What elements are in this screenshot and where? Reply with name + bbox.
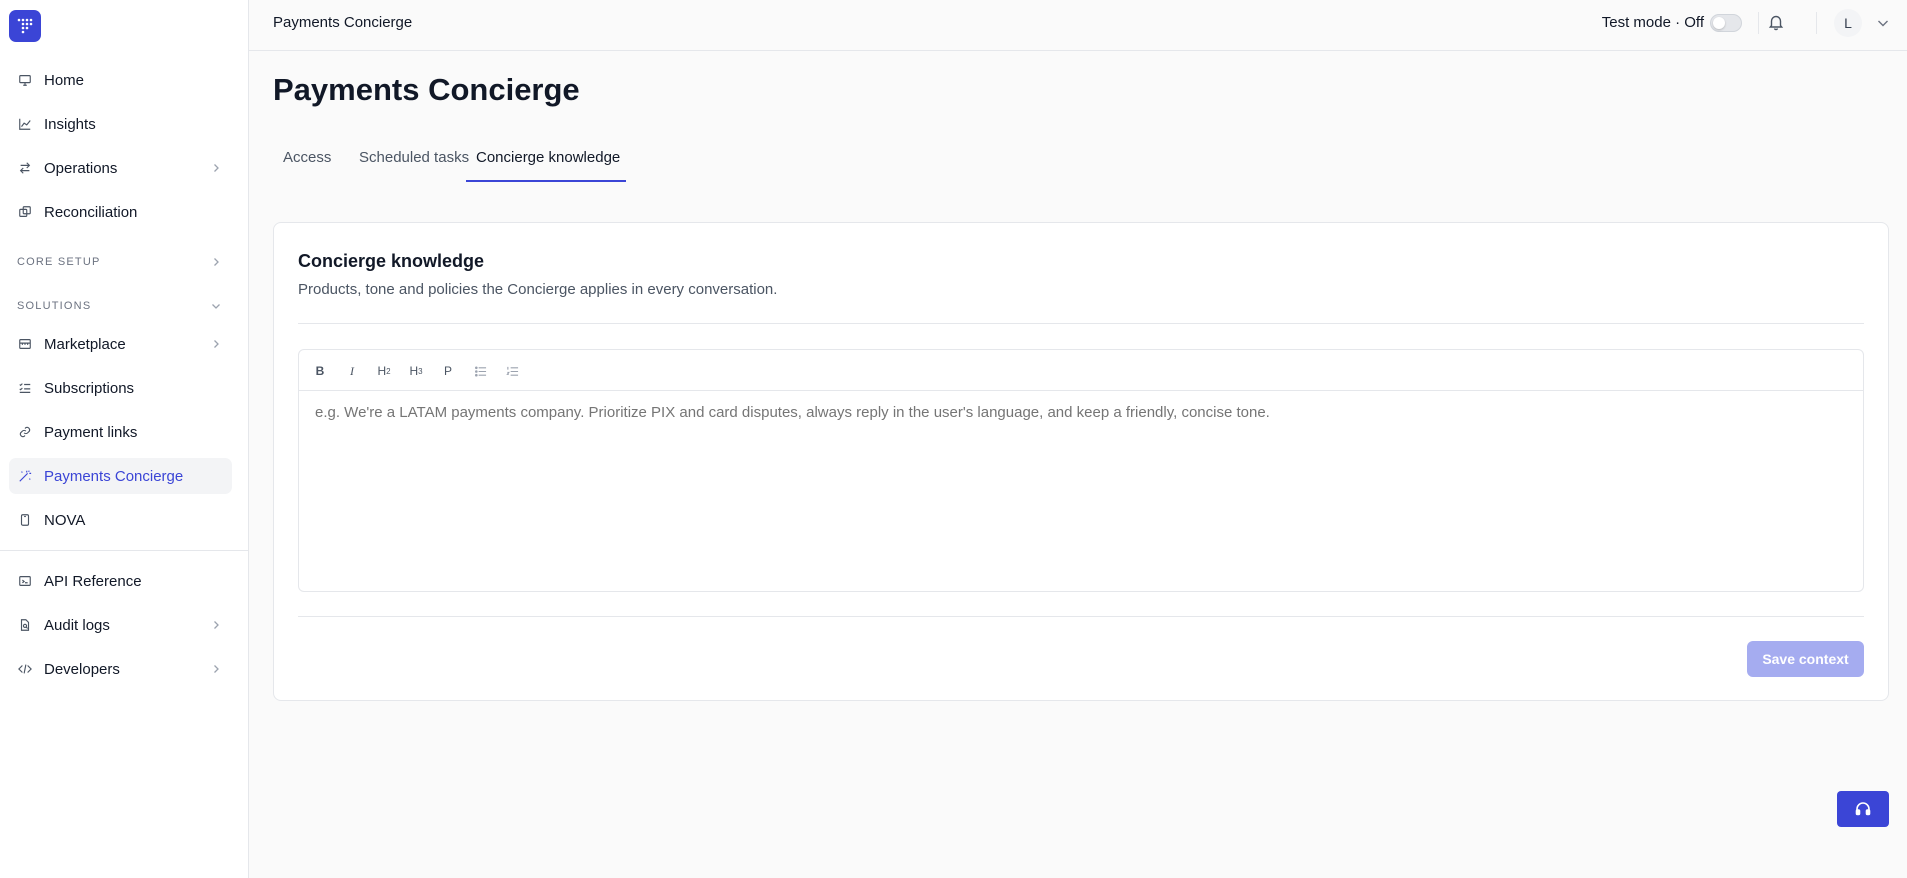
sidebar-item-label: Subscriptions <box>44 379 135 397</box>
support-chat-button[interactable] <box>1837 791 1889 827</box>
concierge-knowledge-card: Concierge knowledge Products, tone and p… <box>273 222 1889 701</box>
wand-icon <box>18 469 32 483</box>
card-divider <box>298 323 1864 324</box>
sidebar-item-label: Operations <box>44 159 118 177</box>
tab-scheduled-tasks[interactable]: Scheduled tasks <box>349 140 479 182</box>
device-icon <box>18 513 32 527</box>
heading-2-level: 2 <box>386 366 391 376</box>
bold-button[interactable]: B <box>310 361 330 381</box>
sidebar-item-label: Insights <box>44 115 96 133</box>
page-title: Payments Concierge <box>273 72 580 107</box>
sidebar-item-payments-concierge[interactable]: Payments Concierge <box>9 458 232 494</box>
sidebar-item-label: Payment links <box>44 423 138 441</box>
heading-3-button[interactable]: H3 <box>406 361 426 381</box>
monitor-icon <box>18 73 32 87</box>
toggle-knob <box>1713 17 1725 29</box>
card-divider <box>298 616 1864 617</box>
heading-2-button[interactable]: H2 <box>374 361 394 381</box>
chevron-right-icon <box>210 162 222 174</box>
ordered-list-icon <box>505 366 518 376</box>
heading-3-level: 3 <box>418 366 423 376</box>
breadcrumb: Payments Concierge <box>273 14 413 31</box>
chevron-down-icon <box>210 300 222 312</box>
sidebar-item-label: Audit logs <box>44 616 110 634</box>
chevron-right-icon <box>210 338 222 350</box>
sidebar-item-label: Marketplace <box>44 335 126 353</box>
section-label: SOLUTIONS <box>17 300 92 312</box>
app-logo[interactable] <box>9 10 41 42</box>
chevron-down-icon[interactable] <box>1876 16 1890 30</box>
chart-line-icon <box>18 117 32 131</box>
topbar-separator <box>1816 12 1817 34</box>
topbar: Payments Concierge Test mode · Off L <box>249 0 1907 51</box>
save-context-button[interactable]: Save context <box>1747 641 1864 677</box>
editor-toolbar: B I H2 H3 P <box>299 350 1863 391</box>
logo-icon <box>17 18 33 34</box>
sidebar-item-label: Reconciliation <box>44 203 138 221</box>
link-icon <box>18 425 32 439</box>
bullet-list-icon <box>474 365 486 377</box>
code-icon <box>18 662 32 676</box>
sidebar-item-audit-logs[interactable]: Audit logs <box>9 607 232 643</box>
section-core-setup[interactable]: CORE SETUP <box>9 250 232 274</box>
arrows-swap-icon <box>18 161 32 175</box>
sidebar-item-marketplace[interactable]: Marketplace <box>9 326 232 362</box>
bullet-list-button[interactable] <box>470 361 490 381</box>
card-title: Concierge knowledge <box>298 251 485 271</box>
list-check-icon <box>18 381 32 395</box>
ordered-list-button[interactable] <box>502 361 522 381</box>
sidebar-item-reconciliation[interactable]: Reconciliation <box>9 194 232 230</box>
italic-button[interactable]: I <box>342 361 362 381</box>
paragraph-button[interactable]: P <box>438 361 458 381</box>
headset-icon <box>1855 802 1871 816</box>
sidebar-item-nova[interactable]: NOVA <box>9 502 232 538</box>
rich-text-editor: B I H2 H3 P <box>298 349 1864 592</box>
sidebar-item-developers[interactable]: Developers <box>9 651 232 687</box>
bell-icon[interactable] <box>1767 13 1785 31</box>
sidebar-item-label: API Reference <box>44 572 142 590</box>
knowledge-textarea[interactable] <box>315 404 1845 574</box>
test-mode-label: Test mode · Off <box>1601 14 1704 31</box>
tab-concierge-knowledge[interactable]: Concierge knowledge <box>466 140 626 182</box>
chevron-right-icon <box>210 663 222 675</box>
chevron-right-icon <box>210 256 222 268</box>
store-icon <box>18 337 32 351</box>
reconcile-icon <box>18 205 32 219</box>
terminal-icon <box>18 574 32 588</box>
sidebar-item-insights[interactable]: Insights <box>9 106 232 142</box>
tab-access[interactable]: Access <box>273 140 341 182</box>
sidebar-item-payment-links[interactable]: Payment links <box>9 414 232 450</box>
section-solutions[interactable]: SOLUTIONS <box>9 294 232 318</box>
card-subtitle: Products, tone and policies the Concierg… <box>298 281 778 298</box>
sidebar-item-label: Developers <box>44 660 120 678</box>
section-label: CORE SETUP <box>17 256 101 268</box>
sidebar-item-label: Home <box>44 71 85 89</box>
sidebar-item-label: Payments Concierge <box>44 467 184 485</box>
sidebar-item-api-reference[interactable]: API Reference <box>9 563 232 599</box>
chevron-right-icon <box>210 619 222 631</box>
file-search-icon <box>18 618 32 632</box>
topbar-separator <box>1758 12 1759 34</box>
sidebar-item-home[interactable]: Home <box>9 62 232 98</box>
sidebar: Home Insights Operations Reconciliation … <box>0 0 249 878</box>
sidebar-divider <box>0 550 249 551</box>
sidebar-item-label: NOVA <box>44 511 86 529</box>
sidebar-item-operations[interactable]: Operations <box>9 150 232 186</box>
heading-3-letter: H <box>409 364 419 378</box>
sidebar-item-subscriptions[interactable]: Subscriptions <box>9 370 232 406</box>
heading-2-letter: H <box>377 364 387 378</box>
test-mode-toggle[interactable] <box>1710 14 1742 32</box>
avatar[interactable]: L <box>1834 9 1862 37</box>
